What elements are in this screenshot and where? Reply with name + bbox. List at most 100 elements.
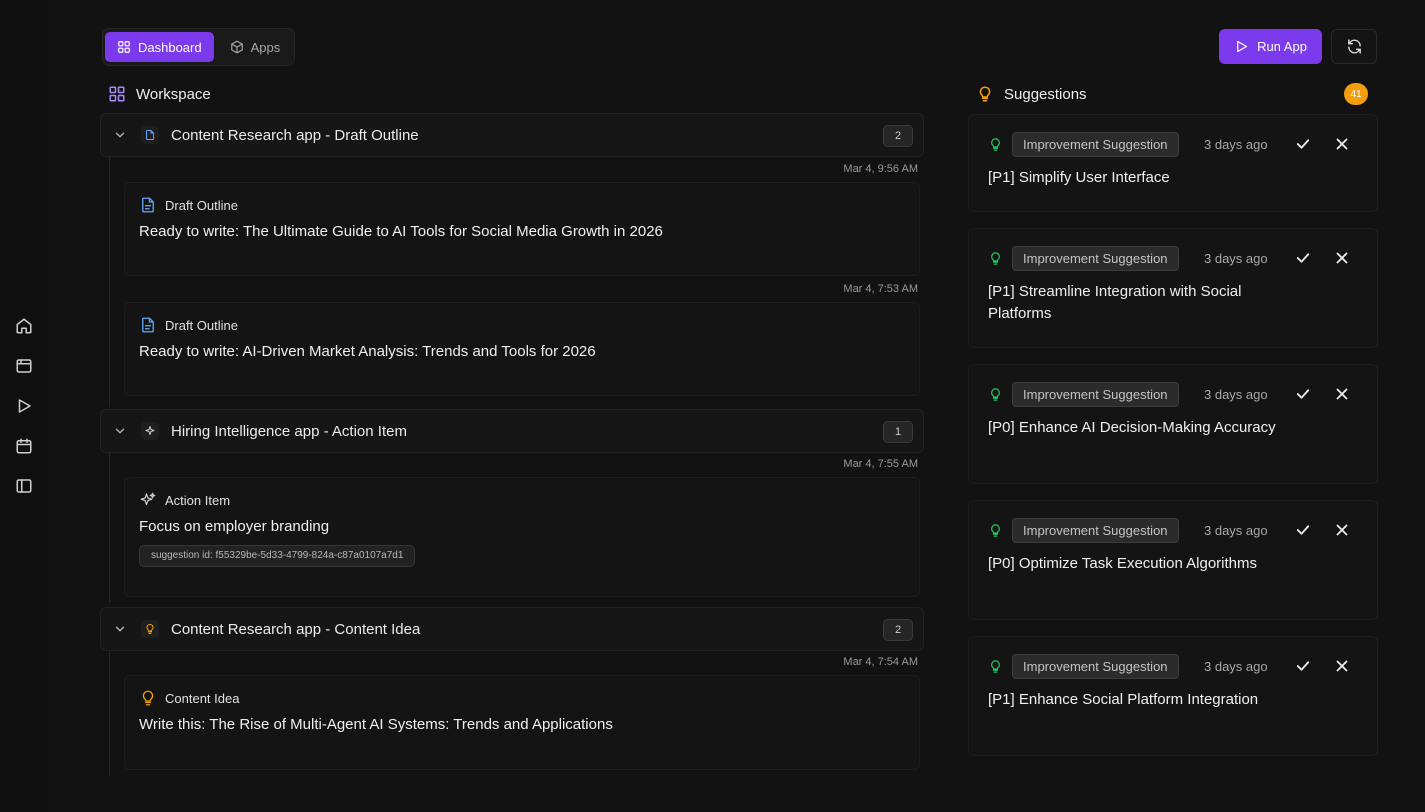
list-item[interactable]: Draft Outline Ready to write: AI-Driven … [124, 302, 920, 396]
accept-icon[interactable] [1294, 249, 1312, 267]
workspace-panel: Workspace Content Research app - Draft O… [100, 80, 924, 780]
item-type: Draft Outline [139, 195, 905, 215]
home-icon[interactable] [13, 315, 35, 337]
group-title: Hiring Intelligence app - Action Item [171, 422, 407, 440]
item-type: Content Idea [139, 688, 905, 708]
grid-icon [109, 86, 125, 102]
suggestions-title: Suggestions [1004, 85, 1087, 103]
lightbulb-icon [979, 86, 991, 102]
lightbulb-icon [991, 524, 1000, 537]
list-item[interactable]: Draft Outline Ready to write: The Ultima… [124, 182, 920, 276]
suggestion-type-badge: Improvement Suggestion [1012, 246, 1179, 271]
suggestions-panel: Suggestions 41 Improvement Suggestion 3 … [968, 80, 1378, 780]
suggestion-type-badge: Improvement Suggestion [1012, 654, 1179, 679]
left-sidebar [0, 0, 48, 812]
suggestion-card[interactable]: Improvement Suggestion 3 days ago [P0] E… [968, 364, 1378, 484]
play-icon [1237, 40, 1248, 53]
count-badge: 2 [883, 619, 913, 641]
item-type: Action Item [139, 490, 905, 510]
suggestion-title: [P0] Enhance AI Decision-Making Accuracy [988, 419, 1276, 436]
suggestion-age: 3 days ago [1204, 387, 1268, 402]
panel-toggle-icon[interactable] [13, 475, 35, 497]
suggestion-type-badge: Improvement Suggestion [1012, 382, 1179, 407]
count-badge: 1 [883, 421, 913, 443]
count-badge: 2 [883, 125, 913, 147]
lightbulb-icon [991, 252, 1000, 265]
sparkle-icon [140, 492, 156, 506]
suggestion-card[interactable]: Improvement Suggestion 3 days ago [P1] E… [968, 636, 1378, 756]
refresh-button[interactable] [1331, 29, 1377, 64]
lightbulb-icon [142, 690, 154, 706]
tab-label: Apps [250, 39, 281, 55]
tab-dashboard[interactable]: Dashboard [105, 32, 214, 62]
tab-label: Dashboard [138, 39, 202, 55]
lightbulb-icon [991, 388, 1000, 401]
list-item[interactable]: Action Item Focus on employer branding s… [124, 477, 920, 597]
list-item[interactable]: Content Idea Write this: The Rise of Mul… [124, 675, 920, 770]
accept-icon[interactable] [1294, 521, 1312, 539]
run-app-label: Run App [1257, 39, 1307, 54]
item-timestamp: Mar 4, 7:54 AM [843, 656, 918, 668]
suggestion-age: 3 days ago [1204, 137, 1268, 152]
document-icon [141, 126, 159, 144]
suggestion-card[interactable]: Improvement Suggestion 3 days ago [P1] S… [968, 228, 1378, 348]
lightbulb-icon [991, 138, 1000, 151]
suggestions-count-badge: 41 [1344, 83, 1368, 105]
document-icon [142, 317, 154, 333]
group-title: Content Research app - Draft Outline [171, 126, 419, 144]
chevron-down-icon[interactable] [113, 128, 127, 142]
suggestion-card[interactable]: Improvement Suggestion 3 days ago [P1] S… [968, 114, 1378, 212]
calendar-icon[interactable] [13, 435, 35, 457]
accept-icon[interactable] [1294, 657, 1312, 675]
dismiss-icon[interactable] [1333, 385, 1351, 403]
item-timestamp: Mar 4, 7:53 AM [843, 283, 918, 295]
suggestions-heading: Suggestions [968, 80, 1378, 108]
play-icon[interactable] [13, 395, 35, 417]
browser-window-icon[interactable] [13, 355, 35, 377]
chevron-down-icon[interactable] [113, 424, 127, 438]
item-type-label: Content Idea [165, 690, 240, 706]
suggestion-type-badge: Improvement Suggestion [1012, 518, 1179, 543]
box-icon [230, 40, 243, 54]
group-connector-line [109, 157, 110, 407]
accept-icon[interactable] [1294, 385, 1312, 403]
suggestion-card[interactable]: Improvement Suggestion 3 days ago [P0] O… [968, 500, 1378, 620]
group-header-content-idea[interactable]: Content Research app - Content Idea 2 [100, 607, 924, 651]
item-type-label: Draft Outline [165, 317, 238, 333]
suggestion-id-badge: suggestion id: f55329be-5d33-4799-824a-c… [139, 545, 416, 567]
item-text: Ready to write: The Ultimate Guide to AI… [139, 223, 663, 240]
lightbulb-icon [991, 660, 1000, 673]
grid-icon [118, 41, 130, 53]
dismiss-icon[interactable] [1333, 521, 1351, 539]
refresh-icon [1347, 39, 1361, 54]
run-app-button[interactable]: Run App [1219, 29, 1322, 64]
item-type-label: Draft Outline [165, 197, 238, 213]
view-tabs: Dashboard Apps [102, 28, 296, 66]
lightbulb-icon [141, 620, 159, 638]
suggestion-title: [P1] Enhance Social Platform Integration [988, 691, 1259, 708]
item-type-label: Action Item [165, 492, 231, 508]
top-bar: Dashboard Apps Run App [102, 28, 1377, 66]
tab-apps[interactable]: Apps [218, 32, 293, 62]
item-type: Draft Outline [139, 315, 905, 335]
suggestion-title: [P1] Streamline Integration with Social … [988, 283, 1242, 322]
item-text: Ready to write: AI-Driven Market Analysi… [139, 343, 596, 360]
dismiss-icon[interactable] [1333, 249, 1351, 267]
document-icon [142, 197, 154, 213]
chevron-down-icon[interactable] [113, 622, 127, 636]
item-text: Write this: The Rise of Multi-Agent AI S… [139, 716, 613, 733]
item-timestamp: Mar 4, 9:56 AM [843, 163, 918, 175]
suggestion-title: [P1] Simplify User Interface [988, 169, 1170, 186]
accept-icon[interactable] [1294, 135, 1312, 153]
group-header-action-item[interactable]: Hiring Intelligence app - Action Item 1 [100, 409, 924, 453]
workspace-title: Workspace [136, 85, 211, 103]
dismiss-icon[interactable] [1333, 135, 1351, 153]
suggestion-age: 3 days ago [1204, 523, 1268, 538]
item-text: Focus on employer branding [139, 518, 330, 535]
dismiss-icon[interactable] [1333, 657, 1351, 675]
group-header-draft-outline[interactable]: Content Research app - Draft Outline 2 [100, 113, 924, 157]
sparkle-icon [141, 422, 159, 440]
item-timestamp: Mar 4, 7:55 AM [843, 458, 918, 470]
suggestion-age: 3 days ago [1204, 251, 1268, 266]
suggestion-title: [P0] Optimize Task Execution Algorithms [988, 555, 1258, 572]
